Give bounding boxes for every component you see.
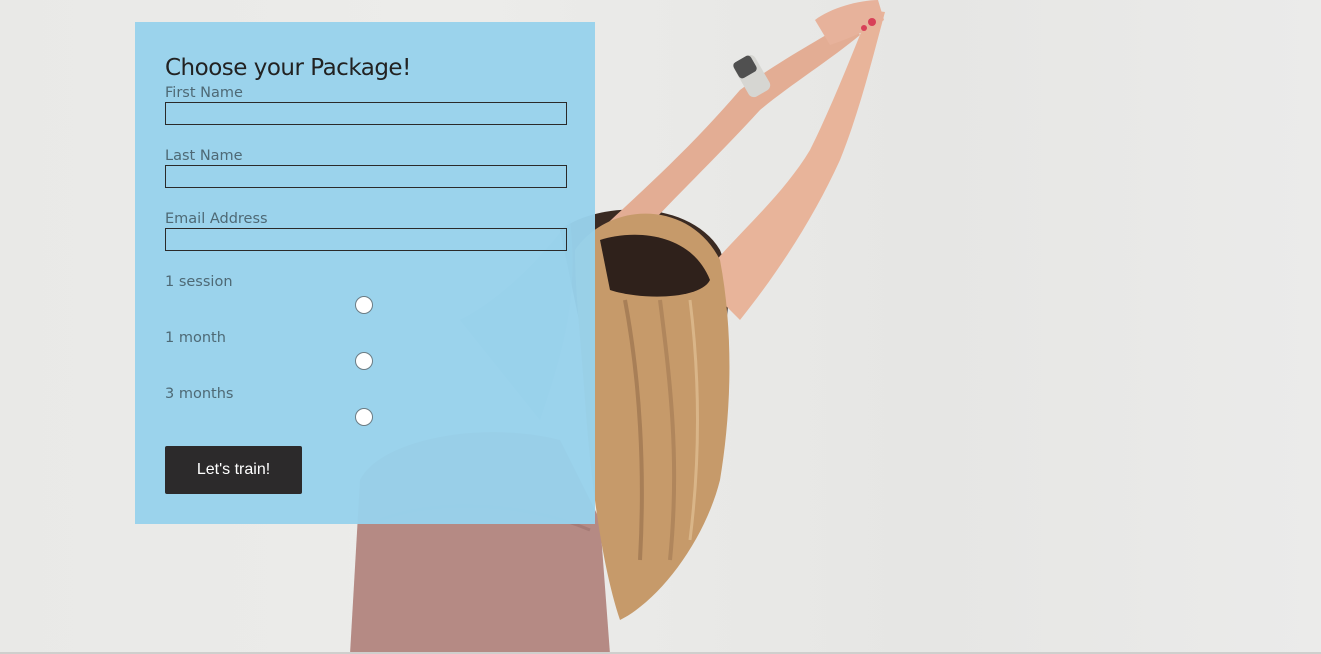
package-label-1-session: 1 session [165, 274, 233, 290]
first-name-input[interactable] [165, 102, 567, 125]
radio-3-months[interactable] [355, 408, 373, 426]
lets-train-button[interactable]: Let's train! [165, 446, 302, 494]
package-option-3-months: 3 months [165, 385, 567, 441]
last-name-input[interactable] [165, 165, 567, 188]
package-form: Choose your Package! First Name Last Nam… [135, 22, 595, 524]
page: Choose your Package! First Name Last Nam… [0, 0, 1321, 654]
package-option-1-session: 1 session [165, 273, 567, 329]
email-label: Email Address [165, 211, 268, 227]
package-label-1-month: 1 month [165, 330, 226, 346]
radio-row [165, 403, 567, 441]
radio-row [165, 347, 567, 385]
radio-1-month[interactable] [355, 352, 373, 370]
form-title: Choose your Package! [165, 55, 411, 81]
first-name-label: First Name [165, 85, 243, 101]
package-option-1-month: 1 month [165, 329, 567, 385]
email-input[interactable] [165, 228, 567, 251]
package-label-3-months: 3 months [165, 386, 234, 402]
radio-row [165, 291, 567, 329]
last-name-label: Last Name [165, 148, 243, 164]
radio-1-session[interactable] [355, 296, 373, 314]
